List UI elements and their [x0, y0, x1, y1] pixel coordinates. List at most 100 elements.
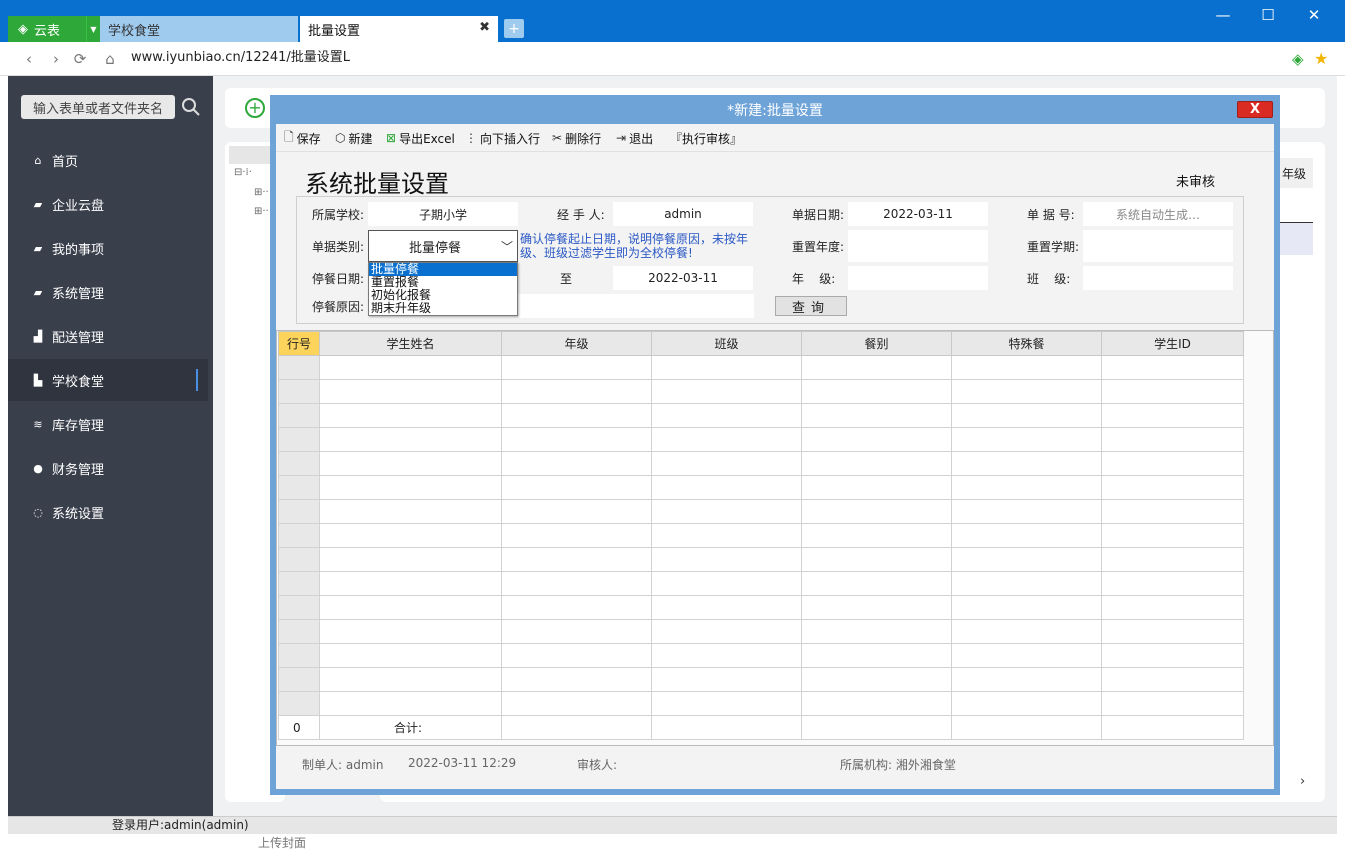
table-cell[interactable]	[801, 547, 952, 572]
table-cell[interactable]	[501, 691, 652, 716]
table-cell[interactable]	[501, 379, 652, 404]
table-cell[interactable]	[319, 451, 502, 476]
table-cell[interactable]	[951, 475, 1102, 500]
tree-expand-icon[interactable]: ⊞··	[254, 187, 269, 198]
table-cell[interactable]	[951, 379, 1102, 404]
dialog-close-button[interactable]: X	[1237, 101, 1273, 118]
table-cell[interactable]	[1101, 499, 1244, 524]
table-cell[interactable]	[319, 499, 502, 524]
sidebar-item-settings[interactable]: ◌ 系统设置	[8, 491, 208, 533]
table-cell[interactable]	[651, 475, 802, 500]
handler-field[interactable]: admin	[613, 202, 753, 226]
search-icon[interactable]	[181, 97, 201, 117]
table-cell[interactable]	[951, 427, 1102, 452]
add-icon[interactable]: +	[245, 98, 265, 118]
table-cell[interactable]	[801, 643, 952, 668]
close-tab-icon[interactable]: ✖	[479, 20, 490, 35]
table-cell[interactable]	[1101, 619, 1244, 644]
table-cell[interactable]	[801, 571, 952, 596]
exit-button[interactable]: ⇥ 退出	[616, 128, 653, 148]
new-button[interactable]: ⬡ 新建	[335, 128, 373, 148]
table-cell[interactable]	[951, 499, 1102, 524]
table-cell[interactable]	[319, 667, 502, 692]
table-cell[interactable]	[1101, 427, 1244, 452]
insert-row-button[interactable]: ⋮ 向下插入行	[465, 128, 540, 148]
table-cell[interactable]	[319, 475, 502, 500]
table-cell[interactable]	[951, 547, 1102, 572]
app-logo-tab[interactable]: ◈ 云表	[8, 16, 92, 42]
execute-audit-button[interactable]: 『执行审核』	[670, 128, 742, 148]
minimize-icon[interactable]: —	[1208, 4, 1238, 26]
table-cell[interactable]	[651, 571, 802, 596]
table-cell[interactable]	[801, 595, 952, 620]
scroll-right-icon[interactable]: ›	[1300, 774, 1305, 789]
table-cell[interactable]	[1101, 667, 1244, 692]
table-cell[interactable]	[501, 403, 652, 428]
table-cell[interactable]	[801, 475, 952, 500]
chevron-down-icon[interactable]: ﹀	[498, 235, 516, 257]
forward-icon[interactable]: ›	[47, 50, 65, 68]
table-cell[interactable]	[1101, 451, 1244, 476]
table-cell[interactable]	[1101, 547, 1244, 572]
table-cell[interactable]	[319, 571, 502, 596]
table-cell[interactable]	[951, 595, 1102, 620]
new-tab-button[interactable]: +	[504, 19, 524, 38]
tab-school-canteen[interactable]: 学校食堂	[100, 16, 298, 42]
table-cell[interactable]	[319, 523, 502, 548]
class-field[interactable]	[1083, 266, 1233, 290]
table-cell[interactable]	[501, 427, 652, 452]
table-cell[interactable]	[501, 667, 652, 692]
table-cell[interactable]	[951, 451, 1102, 476]
table-cell[interactable]	[801, 619, 952, 644]
table-cell[interactable]	[801, 451, 952, 476]
extension-icon[interactable]: ◈	[1292, 50, 1304, 68]
table-cell[interactable]	[651, 643, 802, 668]
tree-expand-icon[interactable]: ⊟·⁞·	[234, 167, 252, 178]
table-cell[interactable]	[651, 379, 802, 404]
reload-icon[interactable]: ⟳	[71, 50, 89, 68]
table-cell[interactable]	[651, 403, 802, 428]
table-cell[interactable]	[319, 547, 502, 572]
sidebar-item-delivery[interactable]: ▟ 配送管理	[8, 315, 208, 357]
sidebar-item-school-canteen[interactable]: ▙ 学校食堂	[8, 359, 208, 401]
table-cell[interactable]	[651, 619, 802, 644]
table-cell[interactable]	[319, 427, 502, 452]
table-cell[interactable]	[651, 355, 802, 380]
table-cell[interactable]	[501, 451, 652, 476]
query-button[interactable]: 查询	[775, 296, 847, 316]
table-cell[interactable]	[501, 475, 652, 500]
maximize-icon[interactable]: ☐	[1253, 4, 1283, 26]
column-header[interactable]: 学生ID	[1101, 331, 1244, 356]
table-cell[interactable]	[801, 403, 952, 428]
option-promote-grade[interactable]: 期末升年级	[369, 302, 517, 315]
column-header[interactable]: 年级	[501, 331, 652, 356]
column-header[interactable]: 班级	[651, 331, 802, 356]
table-cell[interactable]	[651, 451, 802, 476]
table-cell[interactable]	[801, 379, 952, 404]
table-cell[interactable]	[651, 427, 802, 452]
table-cell[interactable]	[1101, 595, 1244, 620]
table-cell[interactable]	[801, 667, 952, 692]
logo-dropdown-icon[interactable]: ▼	[86, 16, 100, 42]
doc-number-field[interactable]: 系统自动生成…	[1083, 202, 1233, 226]
table-cell[interactable]	[951, 403, 1102, 428]
table-cell[interactable]	[951, 619, 1102, 644]
table-cell[interactable]	[319, 403, 502, 428]
table-cell[interactable]	[501, 523, 652, 548]
table-cell[interactable]	[1101, 523, 1244, 548]
sidebar-item-finance[interactable]: ● 财务管理	[8, 447, 208, 489]
close-window-icon[interactable]: ✕	[1299, 4, 1329, 26]
stop-date-end-field[interactable]: 2022-03-11	[613, 266, 753, 290]
back-icon[interactable]: ‹	[20, 50, 38, 68]
reset-term-field[interactable]	[1083, 230, 1233, 262]
table-cell[interactable]	[951, 355, 1102, 380]
sidebar-search-input[interactable]: 输入表单或者文件夹名	[21, 95, 175, 119]
table-cell[interactable]	[319, 595, 502, 620]
reason-field[interactable]	[518, 294, 754, 318]
table-cell[interactable]	[1101, 643, 1244, 668]
table-cell[interactable]	[951, 667, 1102, 692]
table-cell[interactable]	[951, 643, 1102, 668]
table-cell[interactable]	[651, 499, 802, 524]
doc-type-select[interactable]: 批量停餐	[368, 230, 518, 262]
table-cell[interactable]	[501, 547, 652, 572]
